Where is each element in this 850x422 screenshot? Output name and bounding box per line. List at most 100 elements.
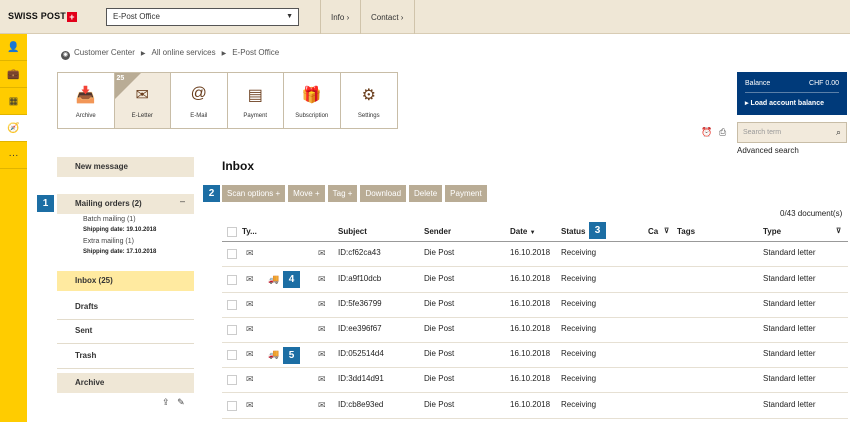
sidebar-item-sent[interactable]: Sent: [57, 320, 194, 344]
sidebar-item-archive[interactable]: Archive: [57, 373, 194, 393]
row-subject[interactable]: ID:cf62ca43: [338, 242, 381, 264]
collapse-icon[interactable]: –: [180, 196, 185, 206]
payment-button[interactable]: Payment: [445, 185, 487, 202]
extra-mailing-item[interactable]: Extra mailing (1): [83, 238, 134, 245]
info-link[interactable]: Info ›: [331, 13, 349, 22]
count-badge-number: 25: [116, 75, 125, 82]
row-checkbox[interactable]: [227, 325, 237, 335]
callout-2: 2: [203, 185, 220, 202]
mailing-orders-item[interactable]: Mailing orders (2): [57, 194, 194, 214]
table-row[interactable]: ✉ 🚚 ✉ ID:a9f10dcb Die Post 16.10.2018 Re…: [222, 268, 848, 293]
move-button[interactable]: Move +: [288, 185, 325, 202]
compass-icon[interactable]: 🧭: [0, 115, 27, 142]
column-type[interactable]: Type: [763, 222, 781, 242]
briefcase-icon[interactable]: 💼: [0, 61, 27, 88]
person-icon[interactable]: 👤: [0, 34, 27, 61]
row-subject[interactable]: ID:5fe36799: [338, 293, 382, 315]
row-subject[interactable]: ID:3dd14d91: [338, 368, 384, 390]
breadcrumb-item: E-Post Office: [232, 48, 280, 57]
column-type-short[interactable]: Ty...: [242, 222, 257, 242]
breadcrumb-item[interactable]: Customer Center: [74, 48, 135, 57]
info-link-label: Info: [331, 13, 345, 22]
table-row[interactable]: ✉ ✉ ID:cf62ca43 Die Post 16.10.2018 Rece…: [222, 242, 848, 267]
row-checkbox[interactable]: [227, 401, 237, 411]
load-balance-link[interactable]: ▸ Load account balance: [745, 99, 839, 107]
printer-icon[interactable]: ⎙: [719, 127, 726, 138]
delivery-truck-icon: 🚚: [268, 274, 280, 284]
e-letter-type-icon: ✉: [246, 324, 254, 334]
envelope-icon: ✉: [318, 299, 326, 309]
row-checkbox[interactable]: [227, 275, 237, 285]
contact-link-label: Contact: [371, 13, 399, 22]
batch-mailing-label: Batch mailing (1): [83, 216, 136, 223]
column-subject[interactable]: Subject: [338, 222, 367, 242]
select-all-checkbox[interactable]: [227, 227, 237, 237]
sidebar-tools: ⇪ ✎: [162, 397, 185, 408]
table-row[interactable]: ✉ ✉ ID:ee396f67 Die Post 16.10.2018 Rece…: [222, 318, 848, 343]
scan-options-button[interactable]: Scan options +: [222, 185, 286, 202]
alarm-clock-icon[interactable]: ⏰: [701, 127, 712, 138]
advanced-search-link[interactable]: Advanced search: [737, 146, 799, 155]
download-button[interactable]: Download: [360, 185, 407, 202]
search-icon[interactable]: ⌕: [836, 123, 841, 142]
filter-icon[interactable]: ⊽: [664, 222, 669, 242]
sidebar-item-inbox[interactable]: Inbox (25): [57, 271, 194, 291]
row-date: 16.10.2018: [510, 349, 551, 358]
column-tags[interactable]: Tags: [677, 222, 695, 242]
row-status: Receiving: [561, 299, 597, 308]
row-date: 16.10.2018: [510, 374, 551, 383]
row-subject[interactable]: ID:052514d4: [338, 343, 384, 365]
row-checkbox[interactable]: [227, 300, 237, 310]
new-message-button[interactable]: New message: [57, 157, 194, 177]
tile-e-mail[interactable]: @ E-Mail: [171, 73, 228, 128]
envelope-icon: ✉: [318, 349, 326, 359]
edit-pencil-icon[interactable]: ✎: [177, 397, 185, 407]
sidebar-item-drafts[interactable]: Drafts: [57, 296, 194, 320]
row-date: 16.10.2018: [510, 274, 551, 283]
table-row[interactable]: ✉ ✉ ID:3dd14d91 Die Post 16.10.2018 Rece…: [222, 368, 848, 393]
tile-settings[interactable]: ⚙ Settings: [340, 73, 397, 128]
more-icon[interactable]: ···: [0, 142, 27, 169]
row-subject[interactable]: ID:a9f10dcb: [338, 268, 381, 290]
search-placeholder: Search term: [743, 129, 782, 136]
table-row[interactable]: ✉ ✉ ID:cb8e93ed Die Post 16.10.2018 Rece…: [222, 394, 848, 419]
delete-button[interactable]: Delete: [409, 185, 443, 202]
swiss-post-logo[interactable]: SWISS POST +: [8, 11, 78, 22]
table-row[interactable]: ✉ 🚚 ✉ ID:052514d4 Die Post 16.10.2018 Re…: [222, 343, 848, 368]
table-row[interactable]: ✉ ✉ ID:5fe36799 Die Post 16.10.2018 Rece…: [222, 293, 848, 318]
gift-icon: 🎁: [301, 87, 322, 104]
upload-icon[interactable]: ⇪: [162, 397, 170, 407]
gears-icon: ⚙: [361, 87, 376, 104]
breadcrumb-item[interactable]: All online services: [152, 48, 216, 57]
contact-link[interactable]: Contact ›: [371, 13, 403, 22]
tile-e-letter[interactable]: 25 ✉ E-Letter: [114, 73, 171, 128]
column-ca[interactable]: Ca: [648, 222, 658, 242]
building-icon[interactable]: ▦: [0, 88, 27, 115]
row-subject[interactable]: ID:ee396f67: [338, 318, 382, 340]
column-date[interactable]: Date ▼: [510, 222, 536, 243]
tile-archive[interactable]: 📥 Archive: [58, 73, 115, 128]
tile-label: Payment: [243, 113, 268, 119]
tile-subscription[interactable]: 🎁 Subscription: [284, 73, 341, 128]
column-status[interactable]: Status: [561, 222, 585, 242]
sidebar-item-trash[interactable]: Trash: [57, 345, 194, 369]
row-type: Standard letter: [763, 324, 816, 333]
service-select[interactable]: E-Post Office ▼: [106, 8, 299, 26]
column-sender[interactable]: Sender: [424, 222, 451, 242]
row-type: Standard letter: [763, 349, 816, 358]
row-checkbox[interactable]: [227, 350, 237, 360]
row-type: Standard letter: [763, 274, 816, 283]
search-input[interactable]: Search term ⌕: [737, 122, 847, 143]
row-checkbox[interactable]: [227, 375, 237, 385]
action-toolbar: Scan options + Move + Tag + Download Del…: [222, 185, 487, 202]
extra-mailing-label: Extra mailing (1): [83, 238, 134, 245]
row-checkbox[interactable]: [227, 249, 237, 259]
tile-payment[interactable]: ▤ Payment: [227, 73, 284, 128]
batch-mailing-item[interactable]: Batch mailing (1): [83, 216, 136, 223]
left-rail: 👤 💼 ▦ 🧭 ···: [0, 34, 27, 422]
sort-down-icon: ▼: [529, 230, 536, 236]
row-subject[interactable]: ID:cb8e93ed: [338, 394, 383, 416]
tag-button[interactable]: Tag +: [327, 185, 358, 202]
filter-icon[interactable]: ⊽: [836, 222, 841, 242]
envelope-icon: ✉: [318, 400, 326, 410]
